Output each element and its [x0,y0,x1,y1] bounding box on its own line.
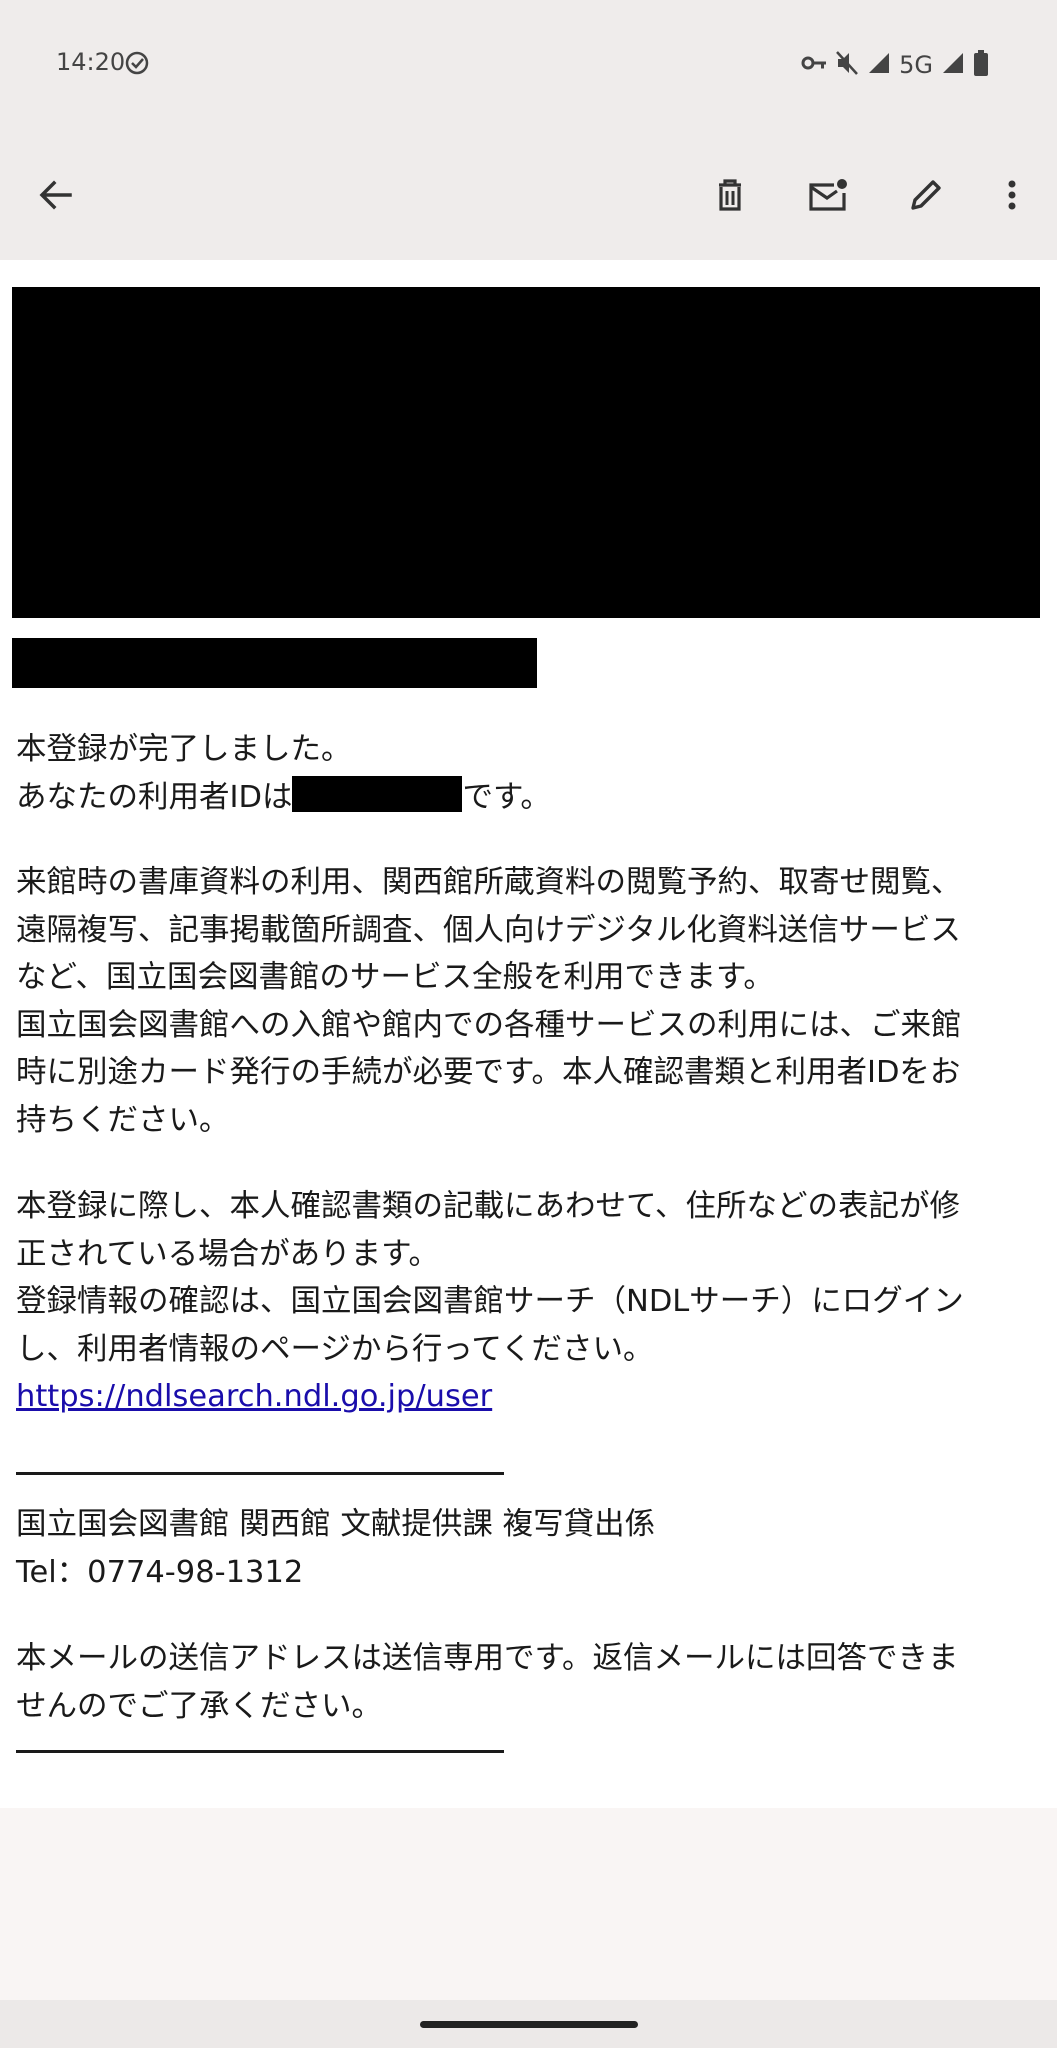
user-id-prefix: あなたの利用者IDは [16,779,293,815]
gesture-handle[interactable] [420,2021,638,2028]
mark-unread-icon[interactable] [796,163,860,227]
divider-bottom [16,1750,504,1753]
battery-icon [973,50,989,80]
noreply-notice: 本メールの送信アドレスは送信専用です。返信メールには回答できま せんのでご了承く… [16,1635,1046,1730]
redacted-recipient-name [12,638,537,688]
status-icons: 5G [801,50,989,80]
services-paragraph: 来館時の書庫資料の利用、関西館所蔵資料の閲覧予約、取寄せ閲覧、 遠隔複写、記事掲… [16,859,1046,1144]
services-text: 来館時の書庫資料の利用、関西館所蔵資料の閲覧予約、取寄せ閲覧、 遠隔複写、記事掲… [16,865,962,1138]
network-type: 5G [899,51,933,79]
noreply-text: 本メールの送信アドレスは送信専用です。返信メールには回答できま せんのでご了承く… [16,1641,959,1724]
mute-icon [835,50,859,80]
back-arrow-icon[interactable] [24,163,88,227]
edit-icon[interactable] [894,163,958,227]
delete-icon[interactable] [698,163,762,227]
signal-icon [867,51,891,79]
registration-complete-text: 本登録が完了しました。 [16,732,352,767]
ndl-search-user-link[interactable]: https://ndlsearch.ndl.go.jp/user [16,1379,492,1414]
redacted-header-image [12,287,1040,618]
address-note-text: 本登録に際し、本人確認書類の記載にあわせて、住所などの表記が修 正されている場合… [16,1189,964,1367]
signature-tel: Tel：0774-98-1312 [16,1554,304,1590]
divider-top [16,1472,504,1475]
done-circle-icon [124,50,150,80]
status-bar: 14:20 5G [0,0,1057,130]
status-time: 14:20 [56,48,126,76]
redacted-user-id [292,775,463,812]
info-paragraph: 本登録に際し、本人確認書類の記載にあわせて、住所などの表記が修 正されている場合… [16,1183,1046,1421]
more-vert-icon[interactable] [980,163,1044,227]
vpn-key-icon [801,53,827,77]
signature-org: 国立国会図書館 関西館 文献提供課 複写貸出係 [16,1507,656,1542]
user-id-line: あなたの利用者IDは です。 [16,774,1046,822]
bottom-area [0,1808,1057,2000]
message-intro: 本登録が完了しました。 あなたの利用者IDは です。 [16,726,1046,821]
signature: 国立国会図書館 関西館 文献提供課 複写貸出係 Tel：0774-98-1312 [16,1501,1046,1596]
user-id-suffix: です。 [462,779,551,815]
signal-icon [941,51,965,79]
